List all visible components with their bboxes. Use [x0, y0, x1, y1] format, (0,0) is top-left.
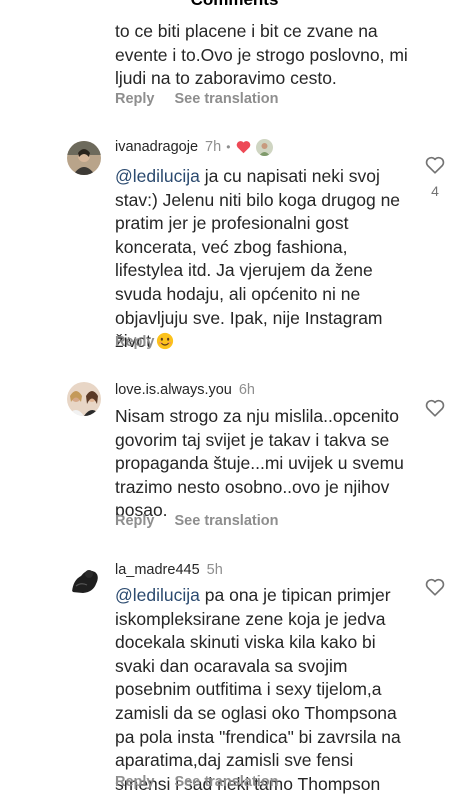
comment-line: aparatima,daj zamisli sve fensi — [115, 750, 354, 771]
comment-line: govorim taj svijet je takav i takva se — [115, 429, 390, 450]
comment-meta: ivanadragoje 7h • — [115, 137, 274, 157]
username[interactable]: ivanadragoje — [115, 139, 198, 155]
username[interactable]: la_madre445 — [115, 562, 200, 578]
comment-text-segment: ja cu napisati neki svoj — [199, 166, 380, 186]
comment-line: objavljuju sve. Ipak, nije Instagram — [115, 307, 383, 328]
author-avatar-icon — [256, 138, 274, 156]
comment-line: @ledilucija pa ona je tipican primjer — [115, 584, 415, 608]
avatar[interactable] — [67, 141, 101, 175]
comment-line: koncerata, već zbog fashiona, — [115, 236, 348, 257]
comment-line: propaganda štuje...mi uvijek u svemu — [115, 453, 404, 474]
comment-line: život — [115, 330, 415, 354]
comment-line: posebnim outfitima i sexy tijelom,a — [115, 679, 382, 700]
comment-text: Nisam strogo za nju mislila..opcenito go… — [115, 405, 415, 523]
reply-button[interactable]: Reply — [115, 334, 155, 350]
comment-line: lifestylea itd. Ja vjerujem da žene — [115, 260, 373, 281]
reply-button[interactable]: Reply — [115, 91, 155, 107]
reply-button[interactable]: Reply — [115, 513, 155, 529]
avatar[interactable] — [67, 562, 101, 596]
mention-link[interactable]: @ledilucija — [115, 585, 200, 605]
comment-line: svuda hodaju, ali općenito ni ne — [115, 283, 361, 304]
timestamp: 7h — [205, 139, 222, 155]
comment-actions: Reply — [115, 332, 155, 352]
comment-actions: Reply See translation — [115, 772, 278, 792]
timestamp: 5h — [206, 562, 223, 578]
comment-line: evente i to.Ovo je strogo poslovno, mi — [115, 44, 408, 65]
comment-line: docekala skinuti viska kila kako bi — [115, 632, 376, 653]
comment-text-segment: pa ona je tipican primjer — [199, 585, 391, 605]
comment-line: zamisli da se oglasi oko Thompsona — [115, 702, 397, 723]
like-heart-icon[interactable] — [425, 578, 445, 596]
comment-actions: Reply See translation — [115, 511, 278, 531]
reply-button[interactable]: Reply — [115, 774, 155, 790]
comment-actions: Reply See translation — [115, 89, 278, 109]
see-translation-button[interactable]: See translation — [175, 774, 279, 790]
comment-line: iskompleksirane zene koja je jedva — [115, 608, 386, 629]
comment-line: stav:) Jelenu niti bilo koga drugog ne — [115, 189, 401, 210]
comment-meta: love.is.always.you 6h — [115, 380, 255, 400]
comment-line: to ce biti placene i bit ce zvane na — [115, 21, 378, 41]
avatar[interactable] — [67, 382, 101, 416]
comment-line: svaki dan ocaravala sa svojim — [115, 655, 348, 676]
comment-line: @ledilucija ja cu napisati neki svoj — [115, 165, 415, 189]
smiling-face-emoji-icon — [156, 332, 174, 350]
comment-line: trazimo nesto osobno..ovo je njihov — [115, 476, 390, 497]
like-heart-icon[interactable] — [425, 156, 445, 174]
comment-text: @ledilucija ja cu napisati neki svoj sta… — [115, 165, 415, 354]
comment-text: @ledilucija pa ona je tipican primjer is… — [115, 584, 415, 796]
timestamp: 6h — [238, 382, 255, 398]
comment-line: Nisam strogo za nju mislila..opcenito — [115, 406, 400, 426]
separator-dot: • — [226, 140, 231, 154]
liked-by-author-heart-icon — [236, 140, 251, 154]
avatar-image — [67, 141, 101, 175]
see-translation-button[interactable]: See translation — [175, 91, 279, 107]
comment-line: pa pola insta "frendica" bi zavrsila na — [115, 726, 401, 747]
username[interactable]: love.is.always.you — [115, 382, 232, 398]
page-title: Comments — [0, 0, 469, 10]
avatar-image — [67, 382, 101, 416]
see-translation-button[interactable]: See translation — [175, 513, 279, 529]
like-count: 4 — [431, 183, 439, 199]
mention-link[interactable]: @ledilucija — [115, 166, 200, 186]
comment-text: to ce biti placene i bit ce zvane na eve… — [115, 20, 415, 91]
avatar-image — [67, 562, 101, 596]
comment-line: ljudi na to zaboravimo cesto. — [115, 68, 337, 89]
comment-line: pratim jer je profesionalni gost — [115, 213, 349, 234]
comment-meta: la_madre445 5h — [115, 560, 223, 580]
like-heart-icon[interactable] — [425, 399, 445, 417]
